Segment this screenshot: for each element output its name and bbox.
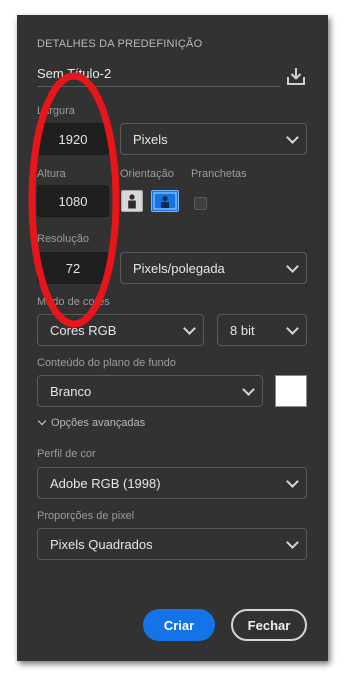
height-input[interactable]: 1080 bbox=[37, 185, 109, 217]
document-name-field[interactable]: Sem Título-2 bbox=[37, 64, 280, 87]
width-label: Largura bbox=[37, 105, 75, 117]
advanced-options-toggle[interactable]: Opções avançadas bbox=[37, 416, 146, 429]
resolution-input[interactable]: 72 bbox=[37, 252, 109, 284]
close-button[interactable]: Fechar bbox=[231, 609, 307, 641]
portrait-orientation-button[interactable] bbox=[121, 190, 143, 212]
advanced-options-label: Opções avançadas bbox=[51, 417, 146, 429]
chevron-down-icon bbox=[183, 321, 196, 335]
height-label: Altura bbox=[37, 168, 66, 180]
landscape-orientation-button[interactable] bbox=[151, 190, 179, 212]
color-profile-label: Perfil de cor bbox=[37, 448, 96, 460]
chevron-down-icon bbox=[286, 259, 299, 273]
section-title: DETALHES DA PREDEFINIÇÃO bbox=[37, 38, 203, 50]
width-unit-value: Pixels bbox=[133, 131, 168, 147]
color-profile-value: Adobe RGB (1998) bbox=[50, 475, 161, 491]
resolution-unit-value: Pixels/polegada bbox=[133, 260, 225, 276]
create-button[interactable]: Criar bbox=[143, 609, 215, 641]
resolution-unit-select[interactable]: Pixels/polegada bbox=[120, 252, 307, 284]
color-mode-label: Modo de cores bbox=[37, 296, 110, 308]
download-save-icon[interactable] bbox=[285, 65, 307, 87]
color-mode-value: Cores RGB bbox=[50, 322, 117, 338]
landscape-icon bbox=[153, 192, 177, 210]
resolution-label: Resolução bbox=[37, 233, 89, 245]
width-input[interactable]: 1920 bbox=[37, 123, 109, 155]
chevron-down-icon bbox=[286, 321, 299, 335]
chevron-down-icon bbox=[286, 130, 299, 144]
background-color-swatch[interactable] bbox=[275, 375, 307, 407]
orientation-label: Orientação bbox=[120, 168, 174, 180]
pixel-aspect-label: Proporções de pixel bbox=[37, 510, 135, 522]
color-mode-select[interactable]: Cores RGB bbox=[37, 314, 204, 346]
bit-depth-select[interactable]: 8 bit bbox=[217, 314, 307, 346]
pixel-aspect-select[interactable]: Pixels Quadrados bbox=[37, 528, 307, 560]
color-profile-select[interactable]: Adobe RGB (1998) bbox=[37, 467, 307, 499]
chevron-down-icon bbox=[37, 416, 47, 426]
artboards-label: Pranchetas bbox=[191, 168, 247, 180]
background-contents-value: Branco bbox=[50, 383, 92, 399]
chevron-down-icon bbox=[286, 474, 299, 488]
width-unit-select[interactable]: Pixels bbox=[120, 123, 307, 155]
pixel-aspect-value: Pixels Quadrados bbox=[50, 536, 153, 552]
artboards-checkbox[interactable] bbox=[194, 197, 207, 210]
portrait-icon bbox=[128, 194, 136, 209]
background-contents-select[interactable]: Branco bbox=[37, 375, 263, 407]
chevron-down-icon bbox=[242, 382, 255, 396]
background-contents-label: Conteúdo do plano de fundo bbox=[37, 357, 176, 369]
document-preset-details-panel: DETALHES DA PREDEFINIÇÃO Sem Título-2 La… bbox=[17, 15, 328, 661]
chevron-down-icon bbox=[286, 535, 299, 549]
bit-depth-value: 8 bit bbox=[230, 322, 255, 338]
